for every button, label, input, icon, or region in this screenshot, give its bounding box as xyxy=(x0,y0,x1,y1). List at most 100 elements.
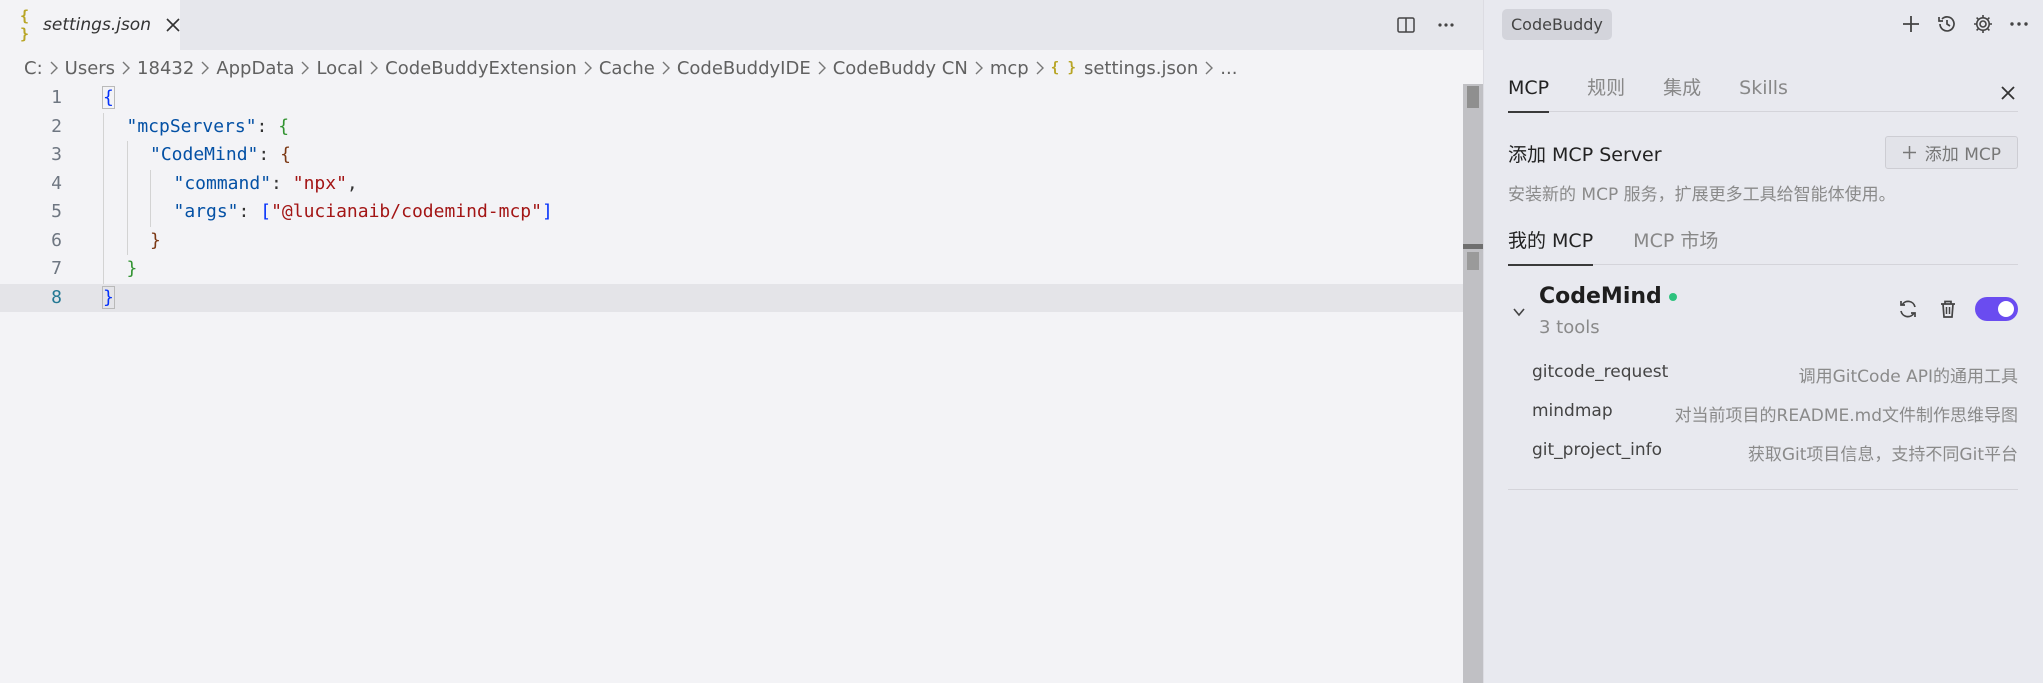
line-number: 8 xyxy=(51,286,62,308)
tab-integrations[interactable]: 集成 xyxy=(1663,74,1701,112)
editor-area: { } settings.json C: Users 18432 AppData… xyxy=(0,0,1483,683)
tab-my-mcp[interactable]: 我的 MCP xyxy=(1508,227,1594,266)
line-content: } xyxy=(150,227,161,256)
server-enable-toggle[interactable] xyxy=(1975,297,2018,321)
tab-rules[interactable]: 规则 xyxy=(1587,74,1625,112)
chevron-down-icon[interactable] xyxy=(1512,304,1526,323)
trash-icon[interactable] xyxy=(1935,296,1961,322)
code-line[interactable]: 7} xyxy=(0,255,1463,284)
indent-guide xyxy=(150,169,151,198)
code-token: ] xyxy=(542,201,553,222)
add-mcp-button[interactable]: 添加 MCP xyxy=(1884,136,2018,169)
status-dot xyxy=(1668,292,1677,301)
tool-row[interactable]: git_project_info 获取Git项目信息，支持不同Git平台 xyxy=(1532,440,2018,468)
code-token: { xyxy=(280,144,291,165)
code-token: "command" xyxy=(173,172,272,194)
line-number: 2 xyxy=(51,115,62,137)
mcp-subtabs: 我的 MCP MCP 市场 xyxy=(1508,227,2018,266)
tool-row[interactable]: mindmap 对当前项目的README.md文件制作思维导图 xyxy=(1532,401,2018,429)
tool-description: 调用GitCode API的通用工具 xyxy=(1798,367,2018,387)
breadcrumb-item[interactable]: AppData xyxy=(216,58,294,79)
tool-name: git_project_info xyxy=(1532,440,1663,460)
scrollbar-overview-marker xyxy=(1467,252,1479,270)
code-token: } xyxy=(102,285,115,309)
chevron-right-icon xyxy=(583,61,593,75)
breadcrumb: C: Users 18432 AppData Local CodeBuddyEx… xyxy=(24,56,1237,80)
code-token: "npx" xyxy=(292,172,347,194)
app-window: { } settings.json C: Users 18432 AppData… xyxy=(0,0,2043,683)
json-file-icon: { } xyxy=(20,7,30,43)
chevron-right-icon xyxy=(817,61,827,75)
scrollbar-cursor-marker xyxy=(1463,244,1483,249)
breadcrumb-item[interactable]: CodeBuddyIDE xyxy=(677,58,811,79)
indent-guide xyxy=(103,255,104,284)
indent-guide xyxy=(103,198,104,227)
editor-tabbar: { } settings.json xyxy=(0,0,1483,50)
refresh-icon[interactable] xyxy=(1895,296,1921,322)
plus-icon xyxy=(1902,146,1916,159)
tool-row[interactable]: gitcode_request 调用GitCode API的通用工具 xyxy=(1532,362,2018,390)
tab-skills[interactable]: Skills xyxy=(1739,74,1788,112)
split-editor-icon[interactable] xyxy=(1393,12,1419,38)
scrollbar-thumb[interactable] xyxy=(1467,86,1479,108)
code-line[interactable]: 5 "args": ["@lucianaib/codemind-mcp"] xyxy=(0,198,1463,227)
add-mcp-button-label: 添加 MCP xyxy=(1924,145,2001,165)
close-tab-icon[interactable] xyxy=(165,14,181,36)
tab-filename: settings.json xyxy=(43,15,151,35)
chevron-right-icon xyxy=(369,61,379,75)
breadcrumb-item[interactable]: CodeBuddyExtension xyxy=(385,58,577,79)
chevron-right-icon xyxy=(974,61,984,75)
gear-icon[interactable] xyxy=(1970,11,1996,37)
breadcrumb-item[interactable]: CodeBuddy CN xyxy=(833,58,968,79)
editor-tab-settings-json[interactable]: { } settings.json xyxy=(0,0,180,50)
panel-header: CodeBuddy xyxy=(1502,9,2032,41)
line-number: 3 xyxy=(51,144,62,165)
breadcrumb-item[interactable]: Cache xyxy=(599,58,655,79)
code-token: } xyxy=(126,258,138,279)
add-mcp-section: 添加 MCP Server 添加 MCP xyxy=(1508,136,2018,170)
more-actions-icon[interactable] xyxy=(1433,12,1459,38)
toggle-knob xyxy=(1998,301,2014,317)
history-icon[interactable] xyxy=(1934,11,1960,37)
breadcrumb-item[interactable]: C: xyxy=(24,58,43,79)
indent-guide xyxy=(103,169,104,198)
line-content: } xyxy=(102,284,115,313)
code-line[interactable]: 4 "command": "npx", xyxy=(0,169,1463,198)
breadcrumb-item[interactable]: Users xyxy=(65,58,115,79)
breadcrumb-item[interactable]: settings.json xyxy=(1084,58,1198,79)
breadcrumb-item[interactable]: Local xyxy=(316,58,363,79)
codebuddy-badge[interactable]: CodeBuddy xyxy=(1502,9,1612,40)
more-icon[interactable] xyxy=(2006,11,2032,37)
indent-guide xyxy=(103,112,104,141)
tab-mcp[interactable]: MCP xyxy=(1508,74,1550,113)
chevron-right-icon xyxy=(200,61,210,75)
tool-name: mindmap xyxy=(1532,401,1613,421)
code-line[interactable]: 6} xyxy=(0,226,1463,256)
code-line[interactable]: 1{ xyxy=(0,84,1463,113)
code-token: "args" xyxy=(173,201,239,222)
add-mcp-title: 添加 MCP Server xyxy=(1508,144,1662,166)
code-line[interactable]: 3 "CodeMind": { xyxy=(0,141,1463,170)
code-token: "@lucianaib/codemind-mcp" xyxy=(271,201,542,222)
code-editor[interactable]: 1{2 "mcpServers": { 3 "CodeMind": {4 "comman… xyxy=(0,84,1463,312)
panel-tabs: MCP 规则 集成 Skills xyxy=(1508,74,2018,113)
breadcrumb-item[interactable]: mcp xyxy=(990,58,1029,79)
indent-guide xyxy=(126,141,128,170)
add-mcp-description: 安装新的 MCP 服务，扩展更多工具给智能体使用。 xyxy=(1508,185,1896,205)
code-token: } xyxy=(150,229,161,251)
code-line[interactable]: 8} xyxy=(0,283,1463,313)
code-token: : xyxy=(238,201,261,222)
indent-guide xyxy=(126,198,128,227)
close-icon[interactable] xyxy=(1995,80,2021,106)
line-content: "mcpServers": { xyxy=(127,113,290,142)
breadcrumb-item[interactable]: 18432 xyxy=(137,58,194,79)
code-line[interactable]: 2 "mcpServers": { xyxy=(0,112,1463,142)
editor-scrollbar[interactable] xyxy=(1463,84,1483,683)
line-content: "args": ["@lucianaib/codemind-mcp"] xyxy=(174,198,553,227)
line-number: 5 xyxy=(51,201,62,222)
breadcrumb-item[interactable]: ... xyxy=(1220,58,1237,79)
plus-icon[interactable] xyxy=(1898,11,1924,37)
code-token: "CodeMind" xyxy=(150,144,259,165)
tab-mcp-market[interactable]: MCP 市场 xyxy=(1633,227,1718,265)
chevron-right-icon xyxy=(300,61,310,75)
